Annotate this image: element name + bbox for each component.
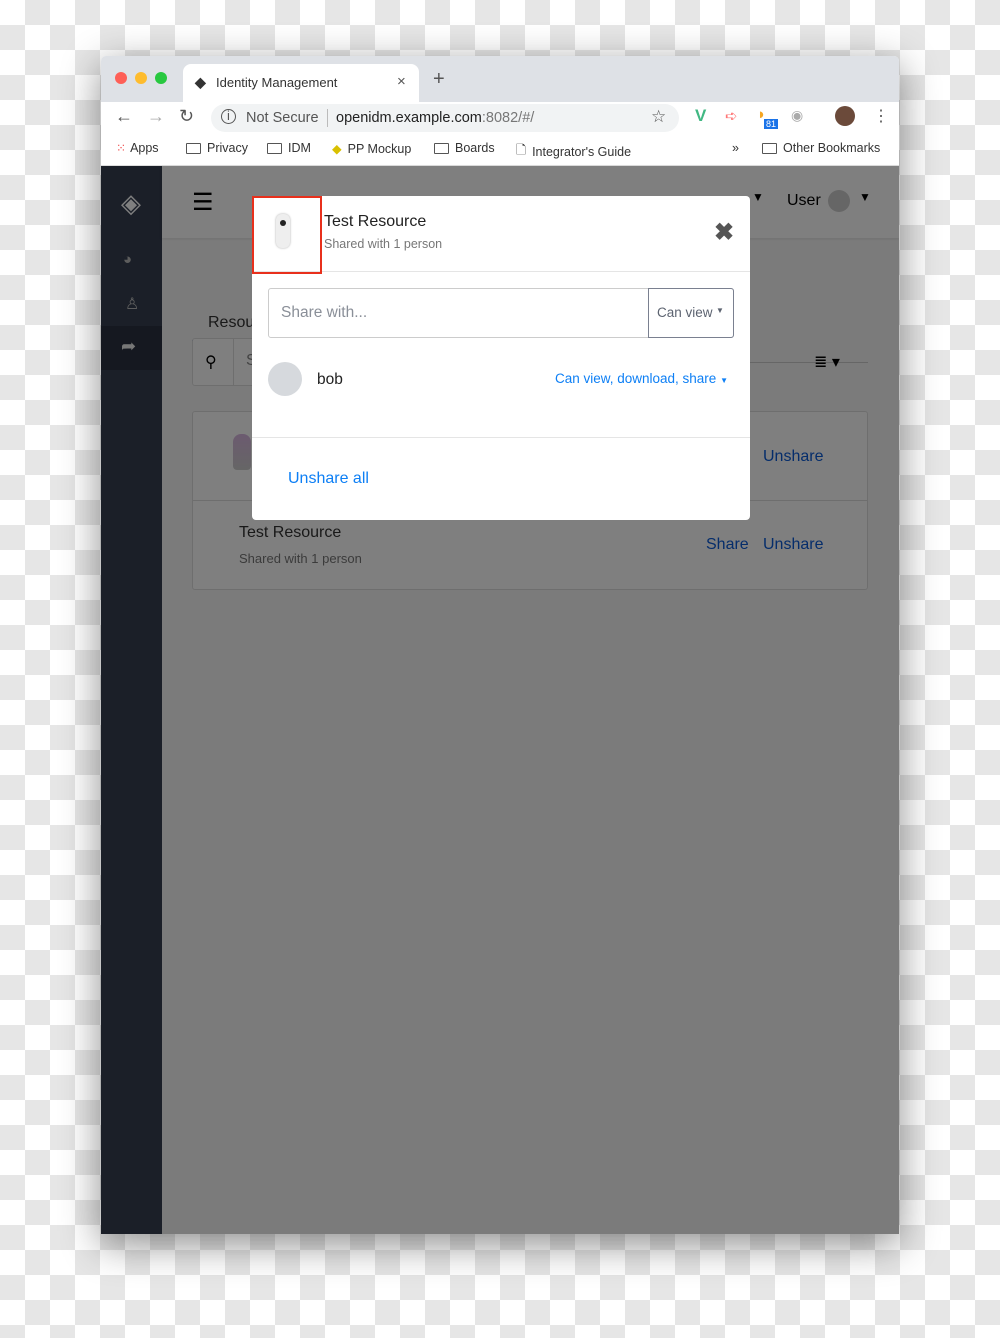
- bookmark-pp-mockup[interactable]: ◆ PP Mockup: [332, 141, 411, 157]
- close-tab-icon[interactable]: ×: [397, 73, 406, 90]
- share-permission-dropdown[interactable]: Can view, download, share ▼: [555, 371, 728, 386]
- modal-subtitle: Shared with 1 person: [324, 237, 443, 251]
- resource-thumbnail-highlight: [252, 196, 322, 274]
- permission-select[interactable]: Can view ▼: [648, 288, 734, 338]
- share-user-name: bob: [317, 371, 343, 388]
- share-row: bob Can view, download, share ▼: [268, 362, 734, 398]
- modal-header: Test Resource Shared with 1 person ✖: [252, 196, 750, 274]
- vue-devtools-icon[interactable]: V: [695, 106, 706, 126]
- extension-arrow-icon[interactable]: ➪: [725, 107, 738, 125]
- unshare-all-button[interactable]: Unshare all: [288, 470, 369, 488]
- folder-icon: [186, 142, 201, 154]
- tab-title: Identity Management: [216, 75, 338, 90]
- bookmark-boards[interactable]: Boards: [434, 141, 495, 155]
- menu-icon[interactable]: ⋮: [873, 106, 889, 126]
- reload-icon[interactable]: ↻: [179, 106, 194, 127]
- browser-tab[interactable]: ◆ Identity Management ×: [183, 64, 419, 102]
- modal-title: Test Resource: [324, 213, 427, 230]
- security-label: Not Secure: [246, 110, 319, 126]
- address-row: ← → ↻ i Not Secure openidm.example.com:8…: [101, 102, 899, 134]
- bookmark-integrators-guide[interactable]: 🗋 Integrator's Guide: [516, 141, 631, 162]
- share-input-group: Share with... Can view ▼: [268, 288, 734, 338]
- back-icon[interactable]: ←: [115, 106, 133, 127]
- apps-grid-icon: ⁙: [116, 141, 126, 155]
- new-tab-icon[interactable]: +: [433, 68, 445, 91]
- maximize-window-button[interactable]: [155, 72, 167, 84]
- bookmarks-overflow[interactable]: »: [732, 141, 739, 155]
- folder-icon: [762, 142, 777, 154]
- share-modal: Test Resource Shared with 1 person ✖ Sha…: [252, 196, 750, 520]
- bookmarks-bar: ⁙ Apps Privacy IDM ◆ PP Mockup Boards 🗋 Int…: [101, 134, 899, 166]
- info-icon[interactable]: i: [221, 109, 236, 124]
- profile-avatar[interactable]: [835, 106, 855, 126]
- address-bar[interactable]: i Not Secure openidm.example.com:8082/#/…: [211, 104, 679, 132]
- bookmark-idm[interactable]: IDM: [267, 141, 311, 155]
- extension-badge: 81: [764, 119, 779, 129]
- app: ◈ ◕ ♙ ➦ ☰ ▼ User ▼ Resources ⚲ Search ≣ …: [101, 166, 899, 1234]
- tab-bar: ◆ Identity Management × +: [101, 56, 899, 102]
- url-text: openidm.example.com:8082/#/: [336, 110, 535, 126]
- close-icon[interactable]: ✖: [714, 218, 734, 247]
- avatar: [268, 362, 302, 396]
- caret-down-icon: ▼: [716, 306, 724, 315]
- bookmark-other[interactable]: Other Bookmarks: [762, 141, 880, 155]
- minimize-window-button[interactable]: [135, 72, 147, 84]
- forgerock-favicon-icon: ◆: [195, 74, 206, 90]
- folder-icon: [434, 142, 449, 154]
- forward-icon[interactable]: →: [147, 106, 165, 127]
- extension-circle-icon[interactable]: ◉: [791, 107, 803, 124]
- page-icon: 🗋: [516, 143, 527, 157]
- share-with-input[interactable]: Share with...: [281, 304, 367, 322]
- bookmark-apps[interactable]: ⁙ Apps: [116, 141, 159, 155]
- close-window-button[interactable]: [115, 72, 127, 84]
- bookmark-privacy[interactable]: Privacy: [186, 141, 248, 155]
- bookmark-star-icon[interactable]: ☆: [651, 107, 666, 127]
- pp-logo-icon: ◆: [332, 142, 342, 156]
- folder-icon: [267, 142, 282, 154]
- browser-window: ◆ Identity Management × + ← → ↻ i Not Se…: [101, 56, 899, 1234]
